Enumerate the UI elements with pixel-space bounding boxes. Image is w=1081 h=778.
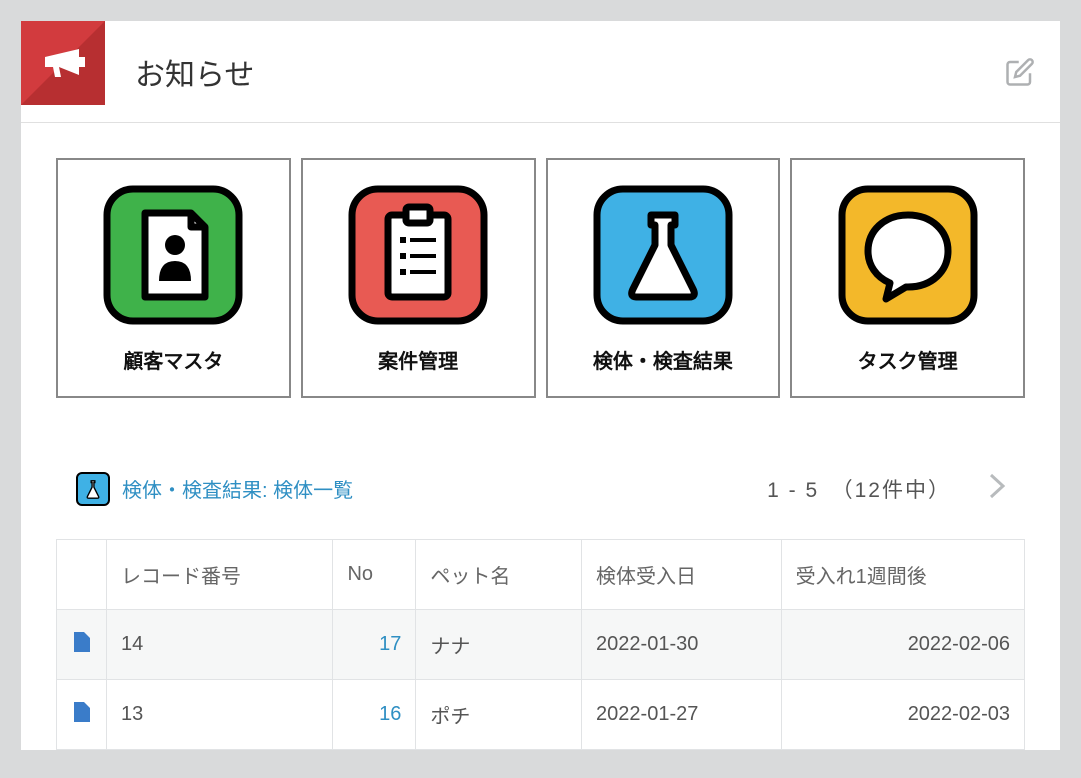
pager: 1 - 5 （12件中） [767,463,1015,514]
tile-label: 検体・検査結果 [558,345,769,374]
tile-label: 案件管理 [313,345,524,374]
compose-button[interactable] [1000,52,1040,92]
tile-specimen-results[interactable]: 検体・検査結果 [546,158,781,398]
cell-pet-name: ナナ [416,610,582,680]
cell-no[interactable]: 17 [333,610,416,680]
document-person-icon [103,185,243,325]
cell-week-after: 2022-02-03 [781,680,1024,750]
col-record-no: レコード番号 [107,540,333,610]
flask-mini-icon [76,472,110,506]
row-detail-icon[interactable] [57,680,107,750]
list-title-wrap: 検体・検査結果: 検体一覧 [76,472,353,506]
records-table: レコード番号 No ペット名 検体受入日 受入れ1週間後 14 17 ナナ 20… [56,539,1025,750]
nav-tiles: 顧客マスタ 案件管理 [56,158,1025,398]
table-row[interactable]: 13 16 ポチ 2022-01-27 2022-02-03 [57,680,1025,750]
pager-next-button[interactable] [979,463,1015,514]
pager-text: 1 - 5 （12件中） [767,474,951,504]
tile-label: 顧客マスタ [68,345,279,374]
cell-no[interactable]: 16 [333,680,416,750]
clipboard-icon [348,185,488,325]
cell-received-date: 2022-01-27 [582,680,782,750]
cell-record-no: 13 [107,680,333,750]
col-received-date: 検体受入日 [582,540,782,610]
tile-case-management[interactable]: 案件管理 [301,158,536,398]
table-row[interactable]: 14 17 ナナ 2022-01-30 2022-02-06 [57,610,1025,680]
col-no: No [333,540,416,610]
row-detail-icon[interactable] [57,610,107,680]
cell-week-after: 2022-02-06 [781,610,1024,680]
tile-customer-master[interactable]: 顧客マスタ [56,158,291,398]
tile-label: タスク管理 [802,345,1013,374]
flask-icon [593,185,733,325]
cell-pet-name: ポチ [416,680,582,750]
list-header: 検体・検査結果: 検体一覧 1 - 5 （12件中） [56,463,1025,539]
megaphone-icon [21,21,105,105]
page-title: お知らせ [135,50,254,94]
page-header: お知らせ [21,21,1060,123]
tile-task-management[interactable]: タスク管理 [790,158,1025,398]
col-pet-name: ペット名 [416,540,582,610]
speech-bubble-icon [838,185,978,325]
col-week-after: 受入れ1週間後 [781,540,1024,610]
table-header-row: レコード番号 No ペット名 検体受入日 受入れ1週間後 [57,540,1025,610]
cell-record-no: 14 [107,610,333,680]
cell-received-date: 2022-01-30 [582,610,782,680]
list-title-link[interactable]: 検体・検査結果: 検体一覧 [122,474,353,503]
content-area: 顧客マスタ 案件管理 [21,123,1060,750]
col-icon [57,540,107,610]
